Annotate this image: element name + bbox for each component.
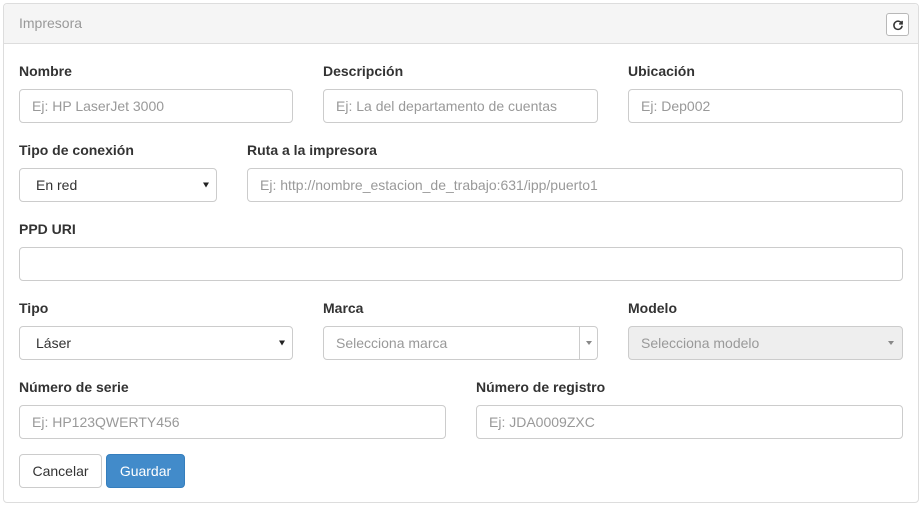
ppd-uri-field: PPD URI (19, 219, 76, 239)
marca-placeholder: Selecciona marca (336, 335, 448, 351)
numero-serie-field: Número de serie (19, 377, 129, 397)
modelo-placeholder: Selecciona modelo (641, 335, 760, 351)
descripcion-label: Descripción (323, 63, 404, 79)
tipo-conexion-label: Tipo de conexión (19, 142, 134, 158)
marca-field: Marca (323, 298, 363, 318)
modelo-field: Modelo (628, 298, 677, 318)
panel-title: Impresora (19, 15, 83, 31)
modelo-select: Selecciona modelo (628, 326, 903, 360)
ppd-uri-label: PPD URI (19, 221, 76, 237)
marca-select[interactable]: Selecciona marca (323, 326, 598, 360)
numero-serie-label: Número de serie (19, 379, 129, 395)
tipo-label: Tipo (19, 300, 49, 316)
marca-label: Marca (323, 300, 364, 316)
descripcion-field: Descripción (323, 61, 403, 81)
ubicacion-label: Ubicación (628, 63, 695, 79)
tipo-conexion-value: En red (36, 177, 78, 193)
numero-registro-field: Número de registro (476, 377, 605, 397)
descripcion-input[interactable] (323, 89, 598, 123)
modelo-label: Modelo (628, 300, 677, 316)
ubicacion-input[interactable] (628, 89, 903, 123)
nombre-field: Nombre (19, 61, 72, 81)
ppd-uri-input[interactable] (19, 247, 903, 281)
ruta-input[interactable] (247, 168, 903, 202)
refresh-button[interactable] (886, 13, 909, 36)
panel-heading: Impresora (4, 4, 918, 44)
nombre-label: Nombre (19, 63, 72, 79)
save-button[interactable]: Guardar (106, 454, 185, 488)
tipo-value: Láser (36, 335, 72, 351)
tipo-field: Tipo (19, 298, 48, 318)
chevron-down-icon (586, 341, 592, 345)
chevron-down-icon (888, 341, 894, 345)
nombre-input[interactable] (19, 89, 293, 123)
refresh-icon (892, 19, 904, 31)
numero-registro-label: Número de registro (476, 379, 606, 395)
tipo-conexion-select[interactable]: En red (19, 168, 217, 202)
numero-registro-input[interactable] (476, 405, 903, 439)
tipo-select[interactable]: Láser (19, 326, 293, 360)
cancel-button[interactable]: Cancelar (19, 454, 102, 488)
chevron-down-icon (203, 182, 209, 188)
tipo-conexion-field: Tipo de conexión (19, 140, 134, 160)
ruta-label: Ruta a la impresora (247, 142, 377, 158)
chevron-down-icon (279, 340, 285, 346)
ubicacion-field: Ubicación (628, 61, 695, 81)
ruta-field: Ruta a la impresora (247, 140, 377, 160)
marca-dropdown-toggle[interactable] (579, 327, 597, 359)
numero-serie-input[interactable] (19, 405, 446, 439)
